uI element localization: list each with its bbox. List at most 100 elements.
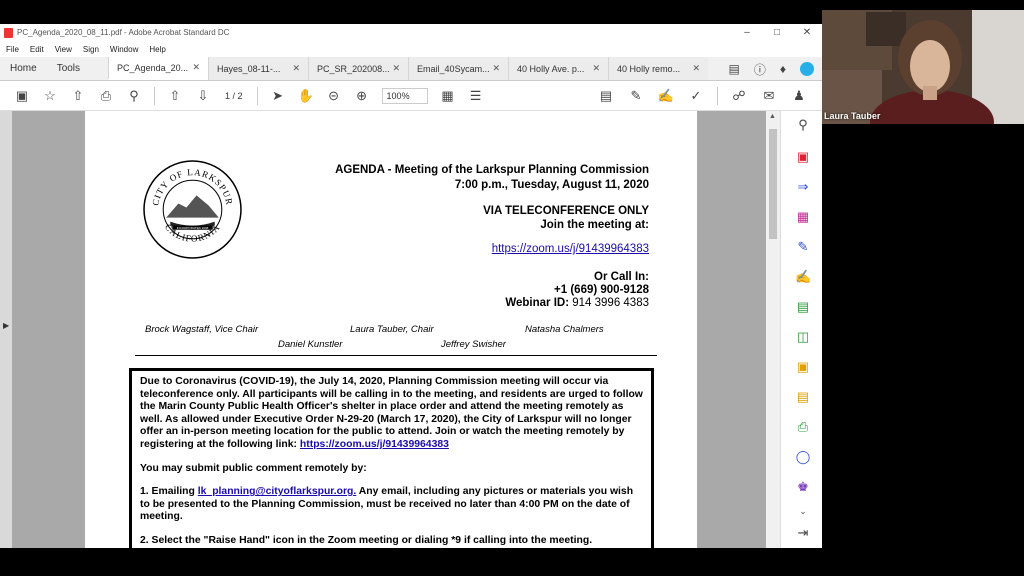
webinar-id: Webinar ID: 914 3996 4383	[505, 297, 649, 309]
page-fit-icon[interactable]: ▦	[434, 88, 462, 104]
agenda-date: 7:00 p.m., Tuesday, August 11, 2020	[454, 179, 649, 191]
menu-help[interactable]: Help	[149, 45, 165, 54]
participant-name: Laura Tauber	[824, 111, 881, 121]
edit-pdf-icon[interactable]: ✎	[795, 239, 811, 255]
page-number-field[interactable]: 1 / 2	[225, 91, 243, 101]
call-in-label: Or Call In:	[594, 271, 649, 283]
highlight-pen-icon[interactable]: ✎	[621, 88, 651, 104]
add-comment-icon[interactable]: ▤	[591, 88, 621, 104]
vertical-scrollbar[interactable]: ▲	[766, 111, 780, 548]
document-viewer[interactable]: ▶ CITY OF LARKSPUR CALIFORNIA INCORPORAT…	[0, 111, 822, 548]
doc-tab[interactable]: Email_40Sycam... ✕	[408, 57, 509, 80]
prev-page-icon[interactable]: ⇧	[161, 88, 189, 104]
collapse-panel-icon[interactable]: ⇥	[795, 525, 811, 541]
toolbar-divider	[154, 86, 155, 105]
doc-tab-label: 40 Holly remo...	[617, 63, 681, 74]
draw-icon[interactable]: ✍	[651, 88, 681, 104]
maximize-button[interactable]: □	[762, 27, 792, 38]
organize-pages-icon[interactable]: ▦	[795, 209, 811, 225]
hand-tool-icon[interactable]: ✋	[292, 88, 320, 104]
participant-video-image	[822, 10, 1024, 124]
window-title: PC_Agenda_2020_08_11.pdf - Adobe Acrobat…	[17, 28, 230, 37]
member-name: Daniel Kunstler	[278, 339, 343, 350]
help-icon[interactable]: ⓘ	[754, 61, 766, 78]
zoom-level-select[interactable]: 100%	[381, 87, 428, 104]
menu-window[interactable]: Window	[110, 45, 138, 54]
tab-bar: Home Tools PC_Agenda_20... ✕ Hayes_08-11-…	[0, 57, 822, 81]
doc-tab[interactable]: 40 Holly remo... ✕	[608, 57, 709, 80]
page-total: / 2	[232, 90, 243, 101]
create-pdf-icon[interactable]: ▣	[795, 149, 811, 165]
menu-view[interactable]: View	[55, 45, 72, 54]
search-panel-icon[interactable]: ⚲	[795, 117, 811, 133]
doc-tab-label: PC_Agenda_20...	[117, 62, 189, 73]
toolbar-divider	[256, 86, 258, 105]
search-icon[interactable]: ⚲	[120, 88, 148, 104]
notice-zoom-link[interactable]: https://zoom.us/j/91439964383	[300, 439, 449, 450]
close-tab-icon[interactable]: ✕	[193, 62, 201, 73]
add-user-icon[interactable]: ♟	[784, 88, 814, 104]
pdf-page: CITY OF LARKSPUR CALIFORNIA INCORPORATED…	[85, 111, 697, 548]
export-pdf-icon[interactable]: ⇒	[795, 179, 811, 195]
doc-tab[interactable]: Hayes_08-11-... ✕	[208, 57, 309, 80]
tabbar-right-icons: ▤ ⓘ ♦	[715, 57, 814, 81]
join-label: Join the meeting at:	[540, 219, 649, 231]
zoom-in-icon[interactable]: ⊕	[348, 88, 376, 104]
select-cursor-icon[interactable]: ➤	[264, 88, 292, 104]
tab-home[interactable]: Home	[0, 57, 47, 80]
share-link-icon[interactable]: ☍	[724, 88, 754, 104]
tab-tools[interactable]: Tools	[47, 57, 90, 80]
doc-tab-label: 40 Holly Ave. p...	[517, 63, 585, 74]
fill-sign-icon[interactable]: ✓	[681, 88, 711, 104]
comment-icon[interactable]: ▤	[729, 62, 740, 76]
save-icon[interactable]: ▣	[8, 88, 36, 104]
note-icon[interactable]: ▤	[795, 389, 811, 405]
doc-tab[interactable]: PC_SR_202008... ✕	[308, 57, 409, 80]
close-tab-icon[interactable]: ✕	[493, 63, 501, 74]
stamp-icon[interactable]: ♚	[795, 479, 811, 495]
bookmark-star-icon[interactable]: ☆	[36, 88, 64, 104]
left-panel-toggle[interactable]: ▶	[0, 111, 12, 548]
agenda-heading: AGENDA - Meeting of the Larkspur Plannin…	[335, 164, 649, 176]
zoom-link[interactable]: https://zoom.us/j/91439964383	[492, 243, 649, 255]
main-toolbar: ▣ ☆ ⇧ ⎙ ⚲ ⇧ ⇩ 1 / 2 ➤ ✋ ⊝ ⊕ 100% ▦ ☰ ▤ ✎…	[0, 81, 822, 111]
email-icon[interactable]: ✉	[754, 88, 784, 104]
print-production-icon[interactable]: ⎙	[795, 419, 811, 435]
menu-sign[interactable]: Sign	[83, 45, 99, 54]
close-tab-icon[interactable]: ✕	[393, 63, 401, 74]
chevron-down-icon[interactable]: ⌄	[795, 503, 811, 519]
print-icon[interactable]: ⎙	[92, 88, 120, 104]
close-tab-icon[interactable]: ✕	[593, 63, 601, 74]
comment-panel-icon[interactable]: ▣	[795, 359, 811, 375]
zoom-out-icon[interactable]: ⊝	[320, 88, 348, 104]
close-button[interactable]: ✕	[792, 27, 822, 38]
next-page-icon[interactable]: ⇩	[189, 88, 217, 104]
minimize-button[interactable]: –	[732, 27, 762, 38]
webinar-id-label: Webinar ID:	[505, 297, 570, 309]
protect-shield-icon[interactable]: ◯	[795, 449, 811, 465]
seal-band-text: INCORPORATED 1908	[177, 226, 209, 230]
phone-number: +1 (669) 900-9128	[554, 284, 649, 296]
close-tab-icon[interactable]: ✕	[693, 63, 701, 74]
expand-left-panel-icon[interactable]: ▶	[3, 321, 9, 330]
doc-tab-label: Hayes_08-11-...	[217, 63, 281, 74]
scroll-mode-icon[interactable]: ☰	[462, 88, 490, 104]
menu-edit[interactable]: Edit	[30, 45, 44, 54]
upload-cloud-icon[interactable]: ⇧	[64, 88, 92, 104]
doc-tab-label: PC_SR_202008...	[317, 63, 390, 74]
compare-files-icon[interactable]: ◫	[795, 329, 811, 345]
doc-tab[interactable]: 40 Holly Ave. p... ✕	[508, 57, 609, 80]
fill-sign-panel-icon[interactable]: ✍	[795, 269, 811, 285]
horizontal-rule	[135, 355, 657, 356]
doc-tab[interactable]: PC_Agenda_20... ✕	[108, 57, 209, 80]
title-bar: PC_Agenda_2020_08_11.pdf - Adobe Acrobat…	[0, 24, 822, 41]
bell-icon[interactable]: ♦	[780, 62, 786, 76]
account-avatar[interactable]	[800, 62, 814, 76]
combine-files-icon[interactable]: ▤	[795, 299, 811, 315]
scrollbar-thumb[interactable]	[769, 129, 777, 239]
menu-file[interactable]: File	[6, 45, 19, 54]
pdf-file-icon	[4, 27, 13, 38]
scroll-up-icon[interactable]: ▲	[769, 113, 776, 120]
notice-email-link[interactable]: lk_planning@cityoflarkspur.org.	[198, 486, 357, 497]
close-tab-icon[interactable]: ✕	[293, 63, 301, 74]
